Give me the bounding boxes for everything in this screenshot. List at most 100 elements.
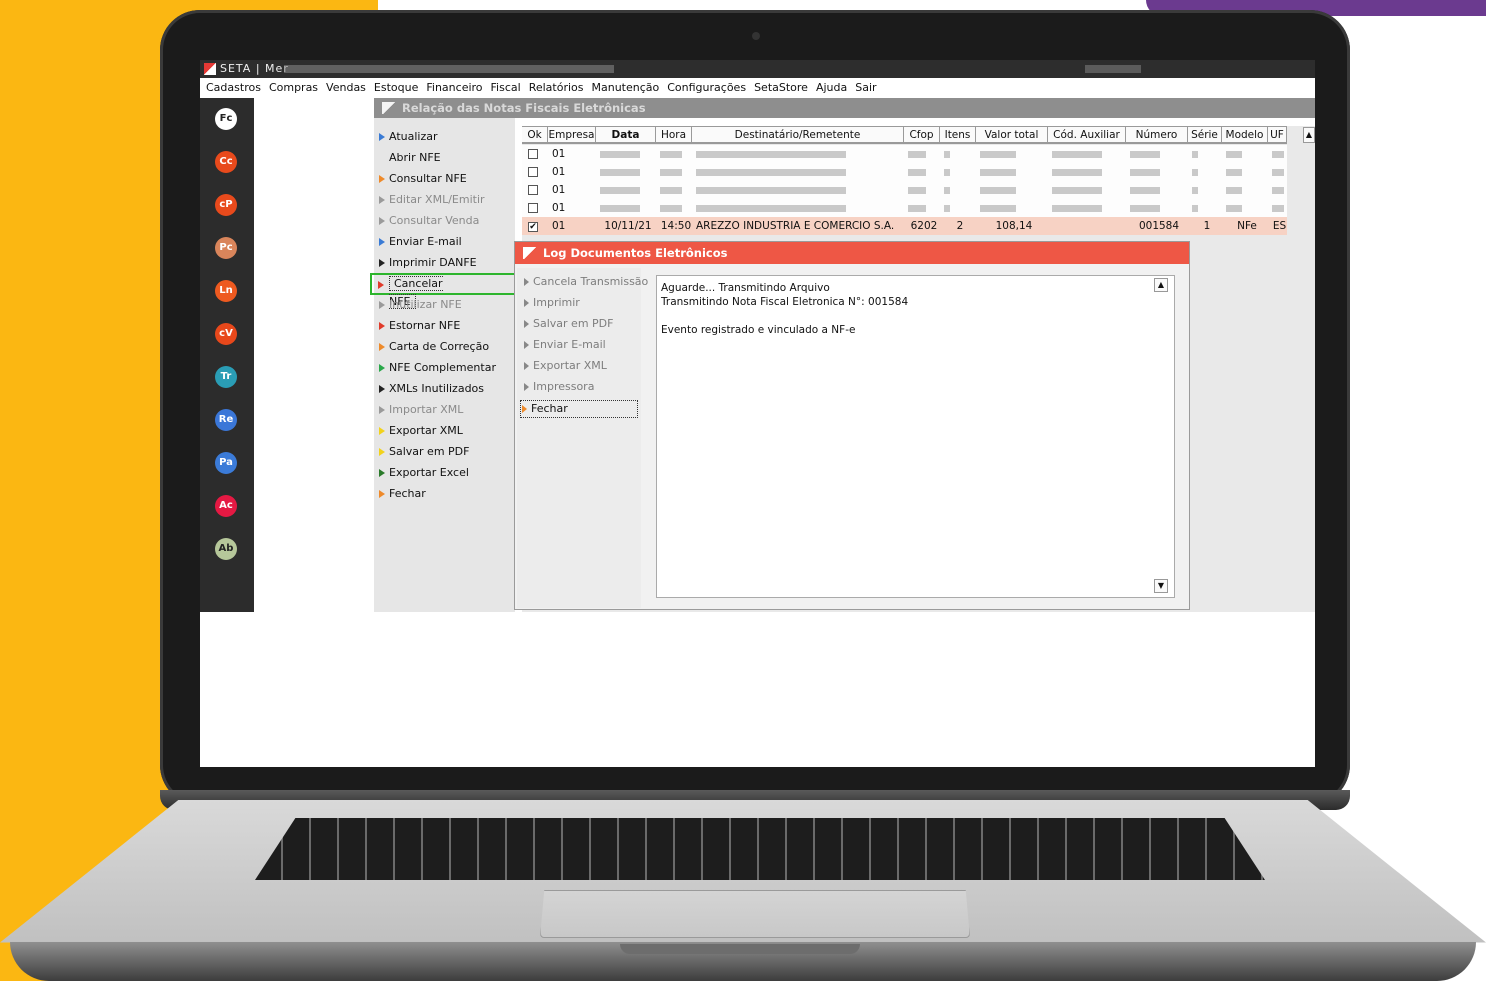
action-fechar[interactable]: Fechar xyxy=(376,486,426,502)
action-estornar-nfe[interactable]: Estornar NFE xyxy=(376,318,460,334)
cell-uf xyxy=(1268,145,1287,163)
column-header-data[interactable]: Data xyxy=(596,126,656,143)
dialog-action-exportar-xml[interactable]: Exportar XML xyxy=(523,358,607,374)
rail-button-cv[interactable]: cV xyxy=(215,323,237,345)
rail-button-ln[interactable]: Ln xyxy=(215,280,237,302)
row-checkbox[interactable] xyxy=(528,149,538,159)
action-imprimir-danfe[interactable]: Imprimir DANFE xyxy=(376,255,477,271)
dialog-action-salvar-em-pdf[interactable]: Salvar em PDF xyxy=(523,316,613,332)
cell-ok xyxy=(522,163,548,181)
action-exportar-excel[interactable]: Exportar Excel xyxy=(376,465,469,481)
column-header-c-d-auxiliar[interactable]: Cód. Auxiliar xyxy=(1048,126,1126,143)
menu-item-estoque[interactable]: Estoque xyxy=(372,78,424,98)
panel-logo-icon xyxy=(382,102,396,114)
action-nfe-complementar[interactable]: NFE Complementar xyxy=(376,360,496,376)
log-scroll-down-button[interactable]: ▼ xyxy=(1154,579,1168,593)
scroll-up-button[interactable]: ▲ xyxy=(1303,127,1315,143)
table-row[interactable]: 01 xyxy=(522,163,1287,181)
menu-item-sair[interactable]: Sair xyxy=(853,78,882,98)
action-carta-de-corre-o[interactable]: Carta de Correção xyxy=(376,339,489,355)
menu-item-fiscal[interactable]: Fiscal xyxy=(489,78,527,98)
dialog-title-bar[interactable]: Log Documentos Eletrônicos xyxy=(515,242,1189,264)
menu-bar: Cadastros Compras Vendas Estoque Financeiro F… xyxy=(200,78,1315,98)
action-abrir-nfe[interactable]: Abrir NFE xyxy=(376,150,441,166)
redacted-value xyxy=(1226,187,1242,194)
table-row[interactable]: ✔ 01 10/11/21 14:50 AREZZO INDUSTRIA E COMER… xyxy=(522,217,1287,235)
log-scroll-up-button[interactable]: ▲ xyxy=(1154,278,1168,292)
redacted-value xyxy=(1130,205,1160,212)
action-importar-xml[interactable]: Importar XML xyxy=(376,402,463,418)
rail-button-tr[interactable]: Tr xyxy=(215,366,237,388)
log-text-area[interactable]: Aguarde... Transmitindo Arquivo Transmiti… xyxy=(656,275,1175,598)
action-cancelar-nfe[interactable]: Cancelar NFE xyxy=(370,273,516,309)
rail-button-ab[interactable]: Ab xyxy=(215,538,237,560)
action-consultar-venda[interactable]: Consultar Venda xyxy=(376,213,479,229)
rail-button-pa[interactable]: Pa xyxy=(215,452,237,474)
title-redacted-right xyxy=(1085,65,1141,73)
rail-button-ac[interactable]: Ac xyxy=(215,495,237,517)
action-consultar-nfe[interactable]: Consultar NFE xyxy=(376,171,467,187)
column-header-itens[interactable]: Itens xyxy=(940,126,976,143)
action-label: Enviar E-mail xyxy=(389,235,462,248)
redacted-value xyxy=(1192,187,1198,194)
cell-hora xyxy=(656,145,692,163)
table-row[interactable]: 01 xyxy=(522,181,1287,199)
cell-ok xyxy=(522,199,548,217)
redacted-value xyxy=(660,187,682,194)
row-checkbox[interactable] xyxy=(528,203,538,213)
menu-item-compras[interactable]: Compras xyxy=(267,78,324,98)
row-checkbox[interactable] xyxy=(528,185,538,195)
action-enviar-e-mail[interactable]: Enviar E-mail xyxy=(376,234,462,250)
dialog-action-cancela-transmiss-o[interactable]: Cancela Transmissão xyxy=(523,274,648,290)
table-row[interactable]: 01 xyxy=(522,199,1287,217)
menu-item-financeiro[interactable]: Financeiro xyxy=(424,78,488,98)
column-header-hora[interactable]: Hora xyxy=(656,126,692,143)
dialog-action-imprimir[interactable]: Imprimir xyxy=(523,295,580,311)
row-checkbox[interactable]: ✔ xyxy=(528,222,538,232)
cell-serie: 1 xyxy=(1203,220,1211,232)
action-editar-xml-emitir[interactable]: Editar XML/Emitir xyxy=(376,192,485,208)
action-inutilizar-nfe[interactable]: Inutilizar NFE xyxy=(376,297,462,313)
column-header-uf[interactable]: UF xyxy=(1268,126,1287,143)
cell-destinatario xyxy=(692,199,904,217)
menu-item-cadastros[interactable]: Cadastros xyxy=(204,78,267,98)
menu-item-configurações[interactable]: Configurações xyxy=(665,78,752,98)
menu-item-ajuda[interactable]: Ajuda xyxy=(814,78,853,98)
column-header-destinat-rio-remetente[interactable]: Destinatário/Remetente xyxy=(692,126,904,143)
action-label: Consultar Venda xyxy=(389,214,480,227)
cell-hora: 14:50 xyxy=(660,220,692,232)
cell-itens: 2 xyxy=(956,220,964,232)
column-header-n-mero[interactable]: Número xyxy=(1126,126,1188,143)
column-header-cfop[interactable]: Cfop xyxy=(904,126,940,143)
menu-item-setastore[interactable]: SetaStore xyxy=(752,78,814,98)
column-header-s-rie[interactable]: Série xyxy=(1188,126,1222,143)
cell-uf: ES xyxy=(1272,220,1287,232)
redacted-value xyxy=(1226,169,1242,176)
action-xmls-inutilizados[interactable]: XMLs Inutilizados xyxy=(376,381,484,397)
dialog-action-impressora[interactable]: Impressora xyxy=(523,379,594,395)
rail-button-pc[interactable]: Pc xyxy=(215,237,237,259)
column-header-empresa[interactable]: Empresa xyxy=(548,126,596,143)
column-header-valor-total[interactable]: Valor total xyxy=(976,126,1048,143)
table-row[interactable]: 01 xyxy=(522,145,1287,163)
redacted-value xyxy=(908,205,926,212)
arrow-icon xyxy=(522,405,527,413)
menu-item-vendas[interactable]: Vendas xyxy=(324,78,372,98)
rail-button-cp[interactable]: cP xyxy=(215,194,237,216)
action-salvar-em-pdf[interactable]: Salvar em PDF xyxy=(376,444,469,460)
rail-button-fc[interactable]: Fc xyxy=(215,108,237,130)
row-checkbox[interactable] xyxy=(528,167,538,177)
redacted-value xyxy=(980,151,1016,158)
dialog-action-enviar-e-mail[interactable]: Enviar E-mail xyxy=(523,337,606,353)
column-header-modelo[interactable]: Modelo xyxy=(1222,126,1268,143)
menu-item-relatórios[interactable]: Relatórios xyxy=(527,78,590,98)
column-header-ok[interactable]: Ok xyxy=(522,126,548,143)
rail-button-cc[interactable]: Cc xyxy=(215,151,237,173)
rail-button-re[interactable]: Re xyxy=(215,409,237,431)
action-atualizar[interactable]: Atualizar xyxy=(376,129,438,145)
dialog-action-fechar[interactable]: Fechar xyxy=(520,400,638,418)
menu-item-manutenção[interactable]: Manutenção xyxy=(590,78,666,98)
redacted-value xyxy=(944,205,950,212)
action-exportar-xml[interactable]: Exportar XML xyxy=(376,423,463,439)
